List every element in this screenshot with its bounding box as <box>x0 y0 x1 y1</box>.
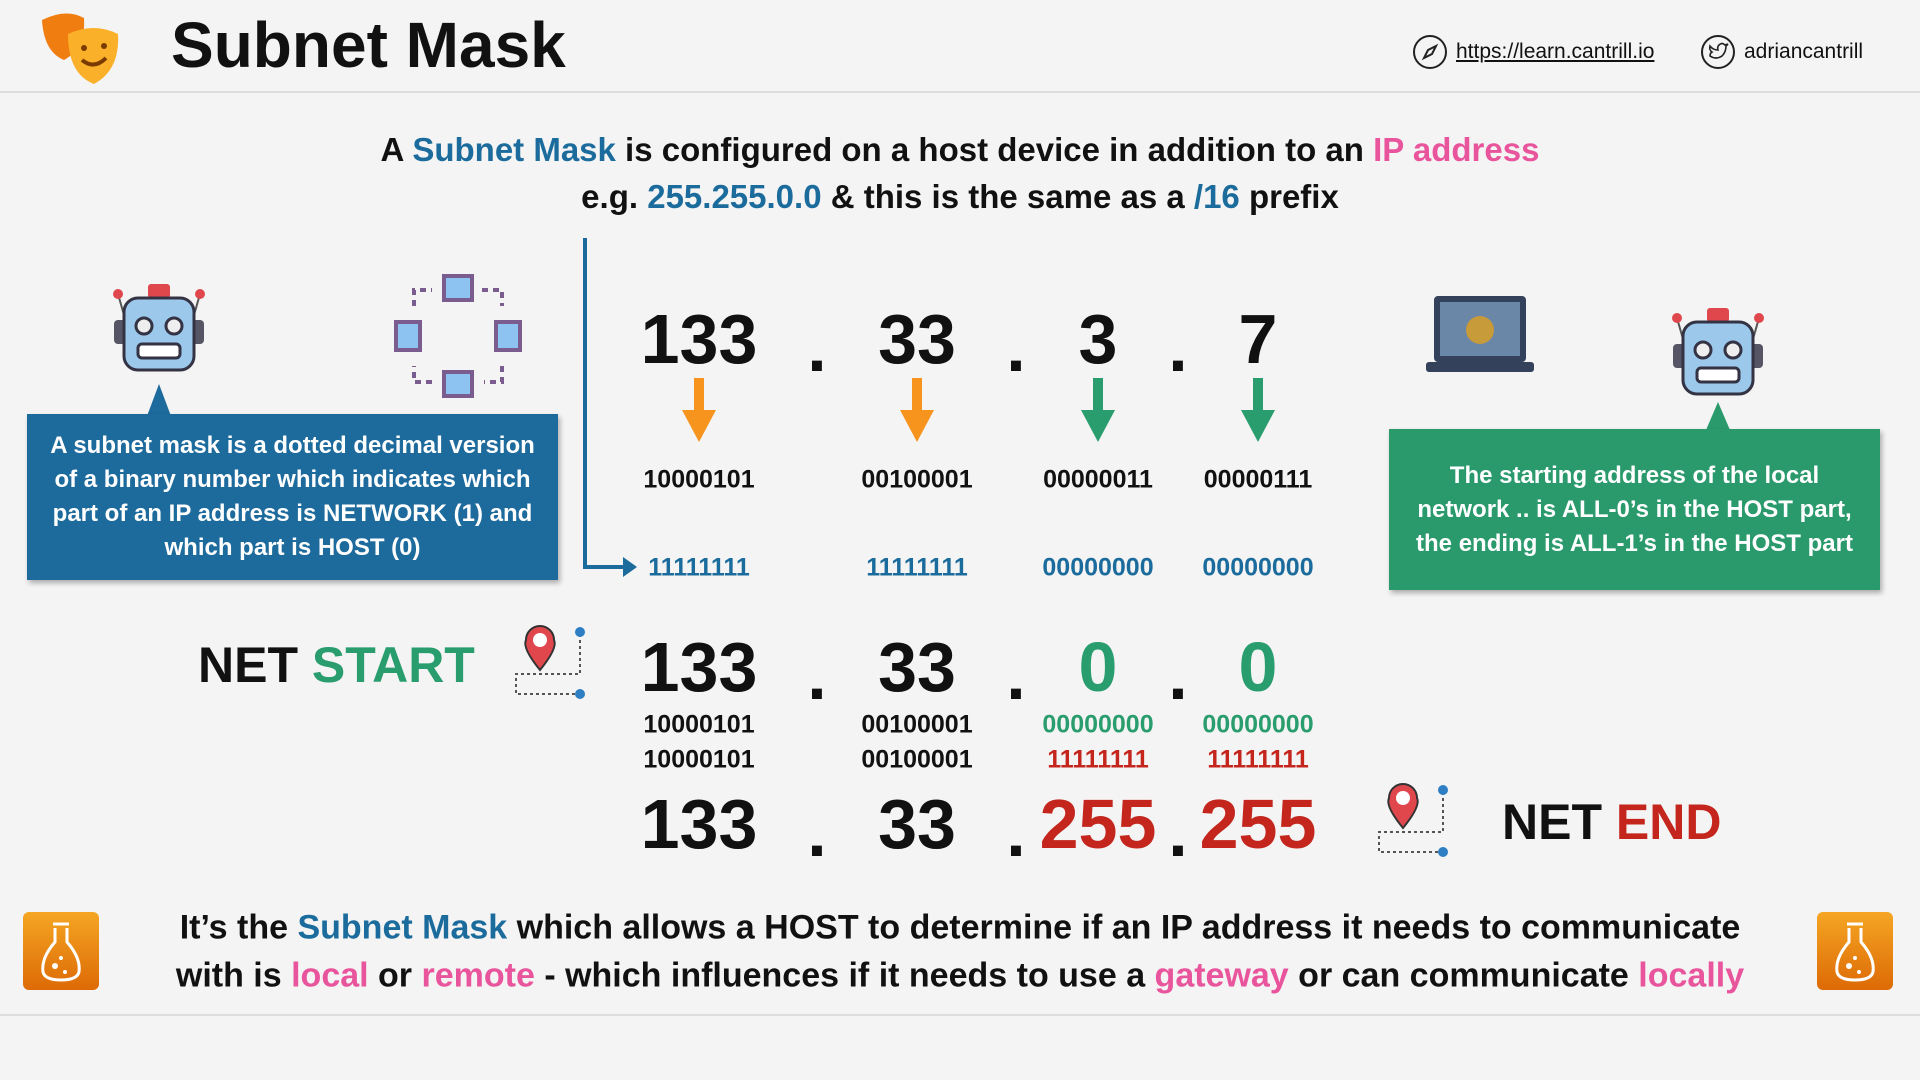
net-start-octet: 133 <box>640 628 758 706</box>
octet-separator: . <box>1168 636 1188 714</box>
down-arrow-icon <box>900 378 934 442</box>
flask-icon <box>23 912 99 990</box>
down-arrow-icon <box>1081 378 1115 442</box>
octet-separator: . <box>1006 636 1026 714</box>
net-start-binary: 00000000 <box>1042 710 1154 739</box>
net-end-label: NET END <box>1502 794 1722 850</box>
octet-separator: . <box>807 636 827 714</box>
net-start-binary: 00100001 <box>861 710 973 739</box>
ip-binary: 00100001 <box>861 465 973 494</box>
mask-binary: 11111111 <box>648 553 750 582</box>
net-end-octet: 255 <box>1039 785 1157 863</box>
intro-line-2: e.g. 255.255.0.0 & this is the same as a… <box>581 178 1339 215</box>
net-end-binary: 10000101 <box>643 745 755 774</box>
mask-binary: 00000000 <box>1042 553 1154 582</box>
network-range-explanation-box: The starting address of the local networ… <box>1389 429 1880 590</box>
callout-pointer <box>147 384 171 416</box>
net-end-binary: 00100001 <box>861 745 973 774</box>
net-end-binary: 11111111 <box>1207 745 1309 774</box>
octet-separator: . <box>1168 793 1188 871</box>
net-start-binary: 10000101 <box>643 710 755 739</box>
mask-binary: 11111111 <box>866 553 968 582</box>
subnet-mask-explanation-box: A subnet mask is a dotted decimal versio… <box>27 414 558 580</box>
location-pin-icon-end <box>1378 783 1448 857</box>
octet-separator: . <box>1006 793 1026 871</box>
twitter-name: adriancantrill <box>1744 40 1864 63</box>
robot-icon <box>113 284 205 372</box>
net-end-octet: 255 <box>1199 785 1317 863</box>
net-start-octet: 0 <box>1238 628 1278 706</box>
website-url[interactable]: https://learn.cantrill.io <box>1456 40 1654 64</box>
theatre-masks-logo <box>42 13 119 84</box>
ip-octet: 133 <box>640 300 758 378</box>
octet-separator: . <box>807 308 827 386</box>
header-divider <box>0 91 1920 93</box>
twitter-icon <box>1701 35 1735 69</box>
page-title: Subnet Mask <box>171 9 566 81</box>
net-start-octet: 0 <box>1078 628 1118 706</box>
net-start-octet: 33 <box>878 628 956 706</box>
mask-connector-arrow <box>583 238 637 577</box>
net-start-label: NET START <box>198 637 475 693</box>
down-arrow-icon <box>1241 378 1275 442</box>
location-pin-icon <box>515 625 585 699</box>
website-link[interactable]: https://learn.cantrill.io <box>1412 34 1654 70</box>
ip-binary: 00000111 <box>1203 465 1313 494</box>
octet-separator: . <box>1006 308 1026 386</box>
ip-binary: 00000011 <box>1043 465 1153 494</box>
ip-octet: 33 <box>878 300 956 378</box>
network-icon <box>394 274 522 398</box>
net-end-octet: 33 <box>878 785 956 863</box>
octet-separator: . <box>1168 308 1188 386</box>
octet-separator: . <box>807 793 827 871</box>
net-end-octet: 133 <box>640 785 758 863</box>
intro-line-1: A Subnet Mask is configured on a host de… <box>380 131 1540 168</box>
ip-binary: 10000101 <box>643 465 755 494</box>
footer-divider <box>0 1014 1920 1016</box>
down-arrow-icon <box>682 378 716 442</box>
net-start-binary: 00000000 <box>1202 710 1314 739</box>
summary-line-1: It’s the Subnet Mask which allows a HOST… <box>179 908 1741 947</box>
twitter-handle[interactable]: adriancantrill <box>1700 34 1863 70</box>
laptop-icon <box>1426 296 1534 372</box>
robot-icon-right <box>1672 308 1764 396</box>
net-end-binary: 11111111 <box>1047 745 1149 774</box>
ip-octet: 7 <box>1238 300 1278 378</box>
summary-line-2: with is local or remote - which influenc… <box>175 956 1745 995</box>
mask-binary: 00000000 <box>1202 553 1314 582</box>
ip-octet: 3 <box>1078 300 1118 378</box>
callout-pointer-right <box>1706 402 1730 430</box>
flask-icon-right <box>1817 912 1893 990</box>
compass-icon <box>1413 35 1447 69</box>
